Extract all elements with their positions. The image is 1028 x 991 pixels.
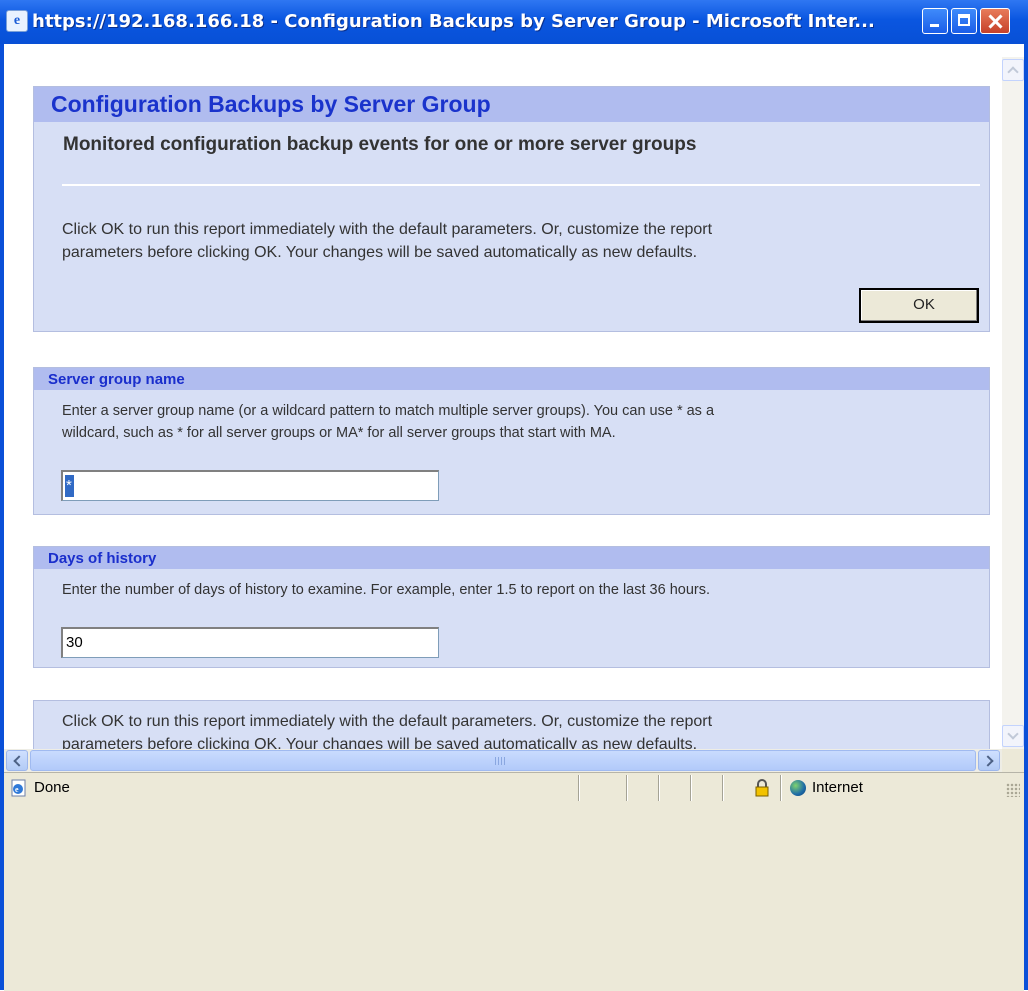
page-done-icon: e xyxy=(11,779,26,797)
minimize-button[interactable] xyxy=(922,8,948,34)
divider xyxy=(62,184,980,186)
window-frame-right xyxy=(1024,44,1028,990)
ie-icon: e xyxy=(6,10,28,32)
server-group-name-value: * xyxy=(66,477,72,494)
vertical-scrollbar[interactable] xyxy=(1002,57,1024,749)
horizontal-scroll-thumb[interactable] xyxy=(30,750,976,771)
page-content: Configuration Backups by Server Group Mo… xyxy=(4,57,1002,749)
page-title: Configuration Backups by Server Group xyxy=(51,91,491,117)
status-bar: e Done Internet xyxy=(4,772,1024,991)
scroll-up-button[interactable] xyxy=(1002,59,1024,81)
intro-text-line-1: Click OK to run this report immediately … xyxy=(62,221,713,238)
intro-text-line-2: parameters before clicking OK. Your chan… xyxy=(62,244,698,261)
report-header-panel: Configuration Backups by Server Group Mo… xyxy=(33,86,990,332)
lock-icon[interactable] xyxy=(754,779,770,797)
days-history-panel: Days of history Enter the number of days… xyxy=(33,546,990,668)
days-history-input[interactable]: 30 xyxy=(61,627,439,658)
status-divider xyxy=(658,775,659,801)
status-divider xyxy=(690,775,691,801)
resize-grip-icon[interactable] xyxy=(1006,783,1020,797)
scroll-down-button[interactable] xyxy=(1002,725,1024,747)
scroll-right-button[interactable] xyxy=(978,750,1000,771)
close-icon xyxy=(981,9,1009,33)
status-divider xyxy=(578,775,579,801)
security-zone-text: Internet xyxy=(812,779,863,796)
svg-text:e: e xyxy=(15,785,19,794)
grip-icon xyxy=(495,757,507,765)
maximize-icon xyxy=(952,9,976,33)
status-divider xyxy=(780,775,781,801)
server-group-heading: Server group name xyxy=(48,371,185,388)
days-history-header-bar xyxy=(34,547,989,569)
scroll-left-button[interactable] xyxy=(6,750,28,771)
server-group-name-input[interactable]: * xyxy=(61,470,439,501)
maximize-button[interactable] xyxy=(951,8,977,34)
minimize-icon xyxy=(923,9,947,33)
globe-icon xyxy=(790,780,806,796)
server-group-panel: Server group name Enter a server group n… xyxy=(33,367,990,515)
footer-text-line-1: Click OK to run this report immediately … xyxy=(62,713,713,730)
server-group-help-line-1: Enter a server group name (or a wildcard… xyxy=(62,403,715,419)
page-subtitle: Monitored configuration backup events fo… xyxy=(63,134,697,155)
window-title: https://192.168.166.18 - Configuration B… xyxy=(32,11,875,32)
days-history-value: 30 xyxy=(66,634,83,651)
footer-panel: Click OK to run this report immediately … xyxy=(33,700,990,749)
close-button[interactable] xyxy=(980,8,1010,34)
scrollbar-corner xyxy=(1002,749,1024,772)
status-divider xyxy=(626,775,627,801)
days-history-help: Enter the number of days of history to e… xyxy=(62,582,711,598)
footer-text-line-2: parameters before clicking OK. Your chan… xyxy=(62,736,698,749)
ok-button-top[interactable]: OK xyxy=(859,288,979,323)
status-text: Done xyxy=(34,779,70,796)
server-group-help-line-2: wildcard, such as * for all server group… xyxy=(62,425,616,441)
days-history-heading: Days of history xyxy=(48,550,157,567)
horizontal-scrollbar[interactable] xyxy=(4,749,1002,772)
window-title-bar[interactable]: e https://192.168.166.18 - Configuration… xyxy=(0,0,1028,44)
status-divider xyxy=(722,775,723,801)
